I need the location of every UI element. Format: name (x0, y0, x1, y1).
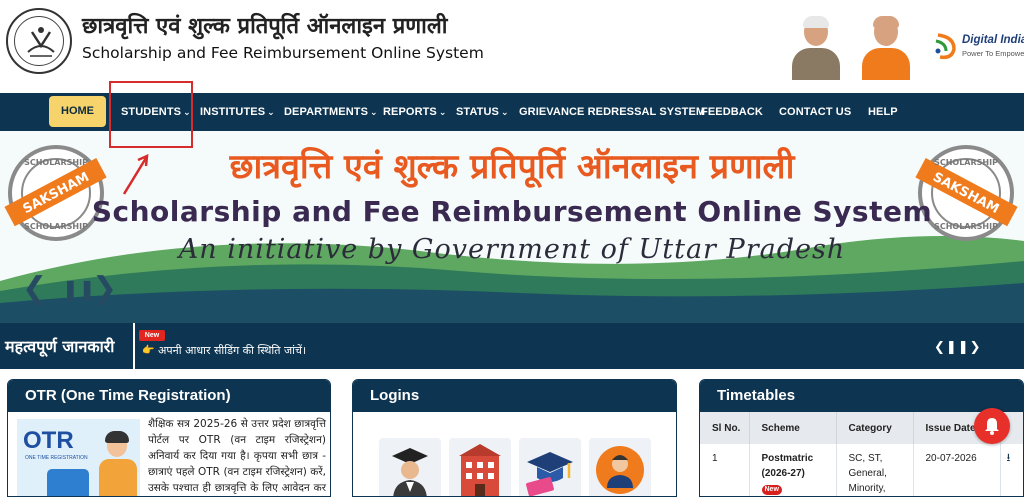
cell-category: SC, ST, General, Minority, (836, 444, 914, 496)
chevron-down-icon: ⌄ (438, 107, 447, 117)
site-title-english: Scholarship and Fee Reimbursement Online… (82, 44, 484, 62)
nav-item-label: STATUS (456, 106, 499, 118)
timetables-panel: Timetables Sl No. Scheme Category Issue … (699, 379, 1024, 497)
scholarship-login-tile[interactable] (519, 438, 581, 496)
new-badge: New (761, 485, 782, 495)
site-header: छात्रवृत्ति एवं शुल्क प्रतिपूर्ति ऑनलाइन… (0, 0, 1024, 93)
digital-india-title: Digital India (962, 34, 1024, 46)
chevron-down-icon: ⌄ (267, 107, 275, 117)
otr-panel-title: OTR (One Time Registration) (8, 380, 330, 412)
up-government-emblem-logo[interactable] (6, 8, 72, 74)
important-info-ticker: महत्वपूर्ण जानकारी New 👉 अपनी आधार सीडिं… (0, 323, 1024, 369)
ticker-link-aadhaar-seeding[interactable]: अपनी आधार सीडिंग की स्थिति जांचें। (158, 343, 306, 358)
column-header-category: Category (836, 412, 914, 444)
pointing-hand-icon: 👉 (142, 345, 155, 356)
otr-illustration-heading: OTR (23, 427, 74, 454)
nav-item-label: DEPARTMENTS (284, 106, 369, 118)
student-login-tile[interactable] (379, 438, 441, 496)
nav-item-label: INSTITUTES (200, 106, 266, 118)
carousel-pause-icon[interactable]: ❚❚ (62, 277, 96, 302)
nav-item-home[interactable]: HOME (49, 96, 106, 127)
banner-title-english: Scholarship and Fee Reimbursement Online… (91, 195, 933, 228)
logins-panel: Logins (352, 379, 677, 497)
graduate-icon (392, 448, 428, 496)
prime-minister-portrait (790, 14, 842, 80)
timetables-panel-title: Timetables (700, 380, 1023, 412)
scheme-name: Postmatric (2026-27) (761, 453, 814, 479)
officer-login-tile[interactable] (589, 438, 651, 496)
new-badge: New (139, 330, 165, 341)
cell-sl-no: 1 (700, 444, 750, 496)
chief-minister-portrait (860, 14, 912, 80)
carousel-prev-icon[interactable]: ❮ (22, 271, 47, 306)
nav-item-institutes[interactable]: INSTITUTES ⌄ (200, 93, 275, 131)
nav-item-help[interactable]: HELP (868, 93, 898, 131)
carousel-next-icon[interactable]: ❯ (92, 271, 117, 306)
cell-action: ⭳ (1000, 444, 1023, 496)
divider (133, 323, 135, 369)
bell-icon (985, 418, 999, 435)
institute-building-icon (459, 444, 501, 496)
institute-login-tile[interactable] (449, 438, 511, 496)
site-title-hindi: छात्रवृत्ति एवं शुल्क प्रतिपूर्ति ऑनलाइन… (82, 14, 448, 39)
otr-illustration[interactable]: OTR ONE TIME REGISTRATION (17, 419, 140, 496)
annotation-arrow (122, 153, 149, 195)
digital-india-tagline: Power To Empower (962, 49, 1024, 58)
nav-item-label: REPORTS (383, 106, 437, 118)
banner-subtitle: An initiative by Government of Uttar Pra… (178, 234, 846, 265)
notification-bell-button[interactable] (974, 408, 1010, 444)
important-info-title: महत्वपूर्ण जानकारी (5, 337, 115, 356)
chevron-down-icon: ⌄ (370, 107, 378, 117)
otr-illustration-caption: ONE TIME REGISTRATION (25, 455, 88, 461)
chevron-down-icon: ⌄ (500, 107, 509, 117)
ticker-controls[interactable]: ❮❚❚❯ (934, 339, 982, 355)
officer-icon (596, 446, 644, 494)
column-header-sl-no: Sl No. (700, 412, 750, 444)
graduation-cap-icon (526, 452, 573, 496)
digital-india-icon (935, 33, 956, 60)
logins-panel-title: Logins (353, 380, 676, 412)
nav-item-contact-us[interactable]: CONTACT US (779, 93, 851, 131)
nav-item-reports[interactable]: REPORTS ⌄ (383, 93, 447, 131)
download-icon[interactable]: ⭳ (1007, 452, 1011, 464)
nav-item-departments[interactable]: DEPARTMENTS ⌄ (284, 93, 378, 131)
otr-description: शैक्षिक सत्र 2025-26 से उत्तर प्रदेश छात… (148, 418, 326, 494)
otr-panel: OTR (One Time Registration) OTR ONE TIME… (7, 379, 331, 497)
cell-scheme: Postmatric (2026-27) New (749, 444, 837, 496)
table-row: 1 Postmatric (2026-27) New SC, ST, Gener… (700, 444, 1023, 496)
digital-india-logo[interactable]: Digital India Power To Empower (932, 27, 1024, 67)
nav-item-grievance-redressal[interactable]: GRIEVANCE REDRESSAL SYSTEM (519, 93, 705, 131)
cell-issue-date: 20-07-2026 (913, 444, 1001, 496)
nav-item-feedback[interactable]: FEEDBACK (701, 93, 763, 131)
column-header-scheme: Scheme (749, 412, 837, 444)
students-highlight-box (109, 81, 193, 148)
nav-item-status[interactable]: STATUS ⌄ (456, 93, 509, 131)
